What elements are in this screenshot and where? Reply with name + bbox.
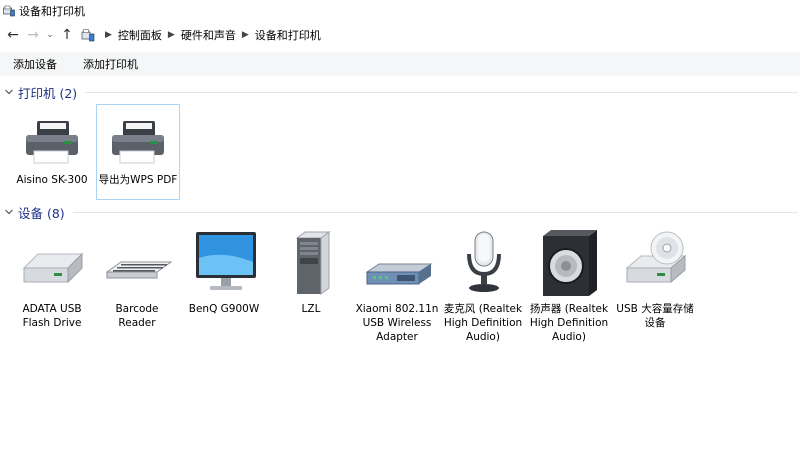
breadcrumb-chevron-icon: ▶ <box>105 30 112 40</box>
device-label: BenQ G900W <box>188 303 260 315</box>
device-item-barcode-reader[interactable]: Barcode Reader <box>96 228 178 330</box>
network-adapter-icon <box>365 263 433 285</box>
navigation-bar: ← → ⌄ ↑ ▶ 控制面板 ▶ 硬件和声音 ▶ 设备和打印机 <box>0 22 800 48</box>
device-item-wps-pdf[interactable]: 导出为WPS PDF <box>96 104 180 200</box>
printer-icon <box>26 121 78 164</box>
breadcrumb: ▶ 控制面板 ▶ 硬件和声音 ▶ 设备和打印机 <box>81 24 321 46</box>
optical-drive-icon <box>625 231 687 284</box>
group-header-printers[interactable]: 打印机 (2) <box>0 83 800 101</box>
back-arrow-icon: ← <box>7 27 19 43</box>
add-device-button[interactable]: 添加设备 <box>0 56 70 72</box>
up-button[interactable]: ↑ <box>57 24 77 46</box>
forward-arrow-icon: → <box>27 27 39 43</box>
microphone-icon <box>467 231 501 292</box>
device-label: 导出为WPS PDF <box>98 174 178 186</box>
breadcrumb-devices-printers[interactable]: 设备和打印机 <box>255 27 321 43</box>
group-divider <box>72 211 798 213</box>
group-divider <box>85 91 798 93</box>
speaker-icon <box>543 230 597 296</box>
group-header-devices[interactable]: 设备 (8) <box>0 203 800 221</box>
command-bar: 添加设备 添加打印机 <box>0 52 800 76</box>
device-label: 扬声器 (Realtek High Definition Audio) <box>529 303 609 343</box>
monitor-icon <box>196 232 256 290</box>
device-item-usb-mass-storage[interactable]: USB 大容量存储设备 <box>613 228 697 330</box>
chevron-down-icon <box>5 89 13 95</box>
up-arrow-icon: ↑ <box>61 27 73 43</box>
device-item-microphone[interactable]: 麦克风 (Realtek High Definition Audio) <box>441 228 525 344</box>
printer-icon <box>112 121 164 164</box>
device-label: LZL <box>301 303 321 315</box>
add-printer-button[interactable]: 添加打印机 <box>70 56 151 72</box>
device-item-aisino-sk-300[interactable]: Aisino SK-300 <box>11 107 93 187</box>
device-item-benq-g900w[interactable]: BenQ G900W <box>183 228 265 316</box>
title-bar: 设备和打印机 <box>0 0 800 22</box>
device-label: Aisino SK-300 <box>16 174 88 186</box>
device-label: 麦克风 (Realtek High Definition Audio) <box>443 303 523 343</box>
keyboard-icon <box>105 261 173 279</box>
recent-locations-button[interactable]: ⌄ <box>43 24 57 46</box>
breadcrumb-chevron-icon[interactable]: ▶ <box>168 30 175 40</box>
breadcrumb-control-panel[interactable]: 控制面板 <box>118 27 162 43</box>
device-item-adata-usb[interactable]: ADATA USB Flash Drive <box>11 228 93 330</box>
group-title: 打印机 (2) <box>18 85 78 101</box>
chevron-down-icon: ⌄ <box>46 30 54 40</box>
usb-drive-icon <box>22 252 84 284</box>
forward-button[interactable]: → <box>23 24 43 46</box>
computer-tower-icon <box>295 231 331 295</box>
control-panel-icon <box>81 29 95 42</box>
device-label: Xiaomi 802.11n USB Wireless Adapter <box>355 303 439 343</box>
device-item-xiaomi-wireless-adapter[interactable]: Xiaomi 802.11n USB Wireless Adapter <box>355 228 439 344</box>
device-label: Barcode Reader <box>115 303 159 329</box>
chevron-down-icon <box>5 209 13 215</box>
window-title: 设备和打印机 <box>19 5 85 18</box>
breadcrumb-chevron-icon[interactable]: ▶ <box>242 30 249 40</box>
back-button[interactable]: ← <box>3 24 23 46</box>
breadcrumb-hardware-sound[interactable]: 硬件和声音 <box>181 27 236 43</box>
device-item-lzl[interactable]: LZL <box>270 228 352 316</box>
devices-printers-icon <box>3 5 15 17</box>
device-item-speaker[interactable]: 扬声器 (Realtek High Definition Audio) <box>527 228 611 344</box>
group-title: 设备 (8) <box>18 205 65 221</box>
device-label: ADATA USB Flash Drive <box>22 303 82 329</box>
device-label: USB 大容量存储设备 <box>616 303 694 329</box>
